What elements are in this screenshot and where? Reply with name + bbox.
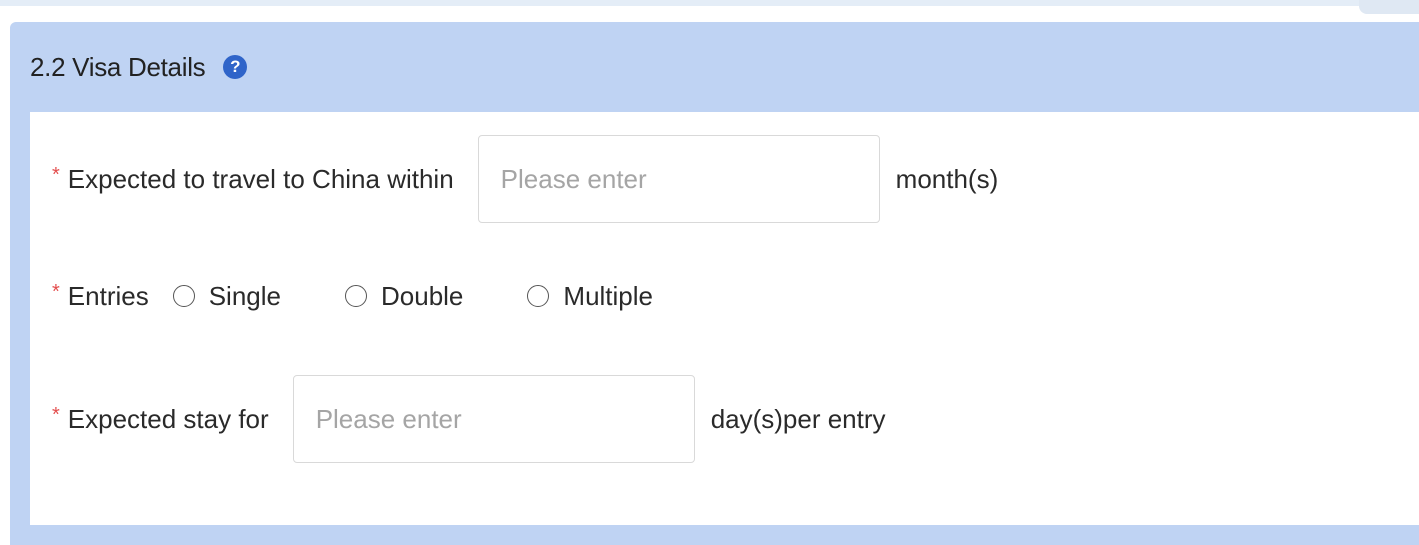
stay-for-unit: day(s)per entry [710, 403, 886, 434]
section-header: 2.2 Visa Details ? [10, 22, 1419, 112]
top-divider [0, 0, 1419, 6]
entries-radio-double[interactable]: Double [345, 281, 463, 312]
section-body: * Expected to travel to China within mon… [30, 112, 1419, 525]
travel-within-unit: month(s) [895, 163, 999, 194]
entries-label: Entries [67, 280, 149, 311]
radio-button-double[interactable] [345, 285, 367, 307]
required-asterisk: * [52, 280, 60, 303]
radio-label-single: Single [208, 280, 281, 311]
travel-within-row: * Expected to travel to China within mon… [52, 135, 998, 223]
stay-for-input[interactable] [292, 375, 695, 463]
stay-for-row: * Expected stay for day(s)per entry [52, 375, 886, 463]
required-asterisk: * [52, 403, 60, 426]
required-asterisk: * [52, 163, 60, 186]
entries-radio-single[interactable]: Single [172, 280, 281, 312]
travel-within-label: Expected to travel to China within [67, 163, 454, 194]
question-circle-icon[interactable]: ? [223, 55, 248, 79]
entries-row: * Entries Single Double Multiple [52, 276, 653, 316]
radio-label-double: Double [381, 280, 464, 311]
top-right-corner-element [1359, 0, 1419, 14]
entries-radio-multiple[interactable]: Multiple [527, 281, 653, 312]
radio-button-single[interactable] [172, 285, 195, 307]
stay-for-label: Expected stay for [67, 403, 269, 434]
radio-button-multiple[interactable] [527, 285, 550, 307]
radio-label-multiple: Multiple [563, 280, 653, 311]
section-title: 2.2 Visa Details [30, 51, 206, 82]
visa-details-section: 2.2 Visa Details ? * Expected to travel … [10, 22, 1419, 545]
travel-within-input[interactable] [477, 135, 880, 223]
